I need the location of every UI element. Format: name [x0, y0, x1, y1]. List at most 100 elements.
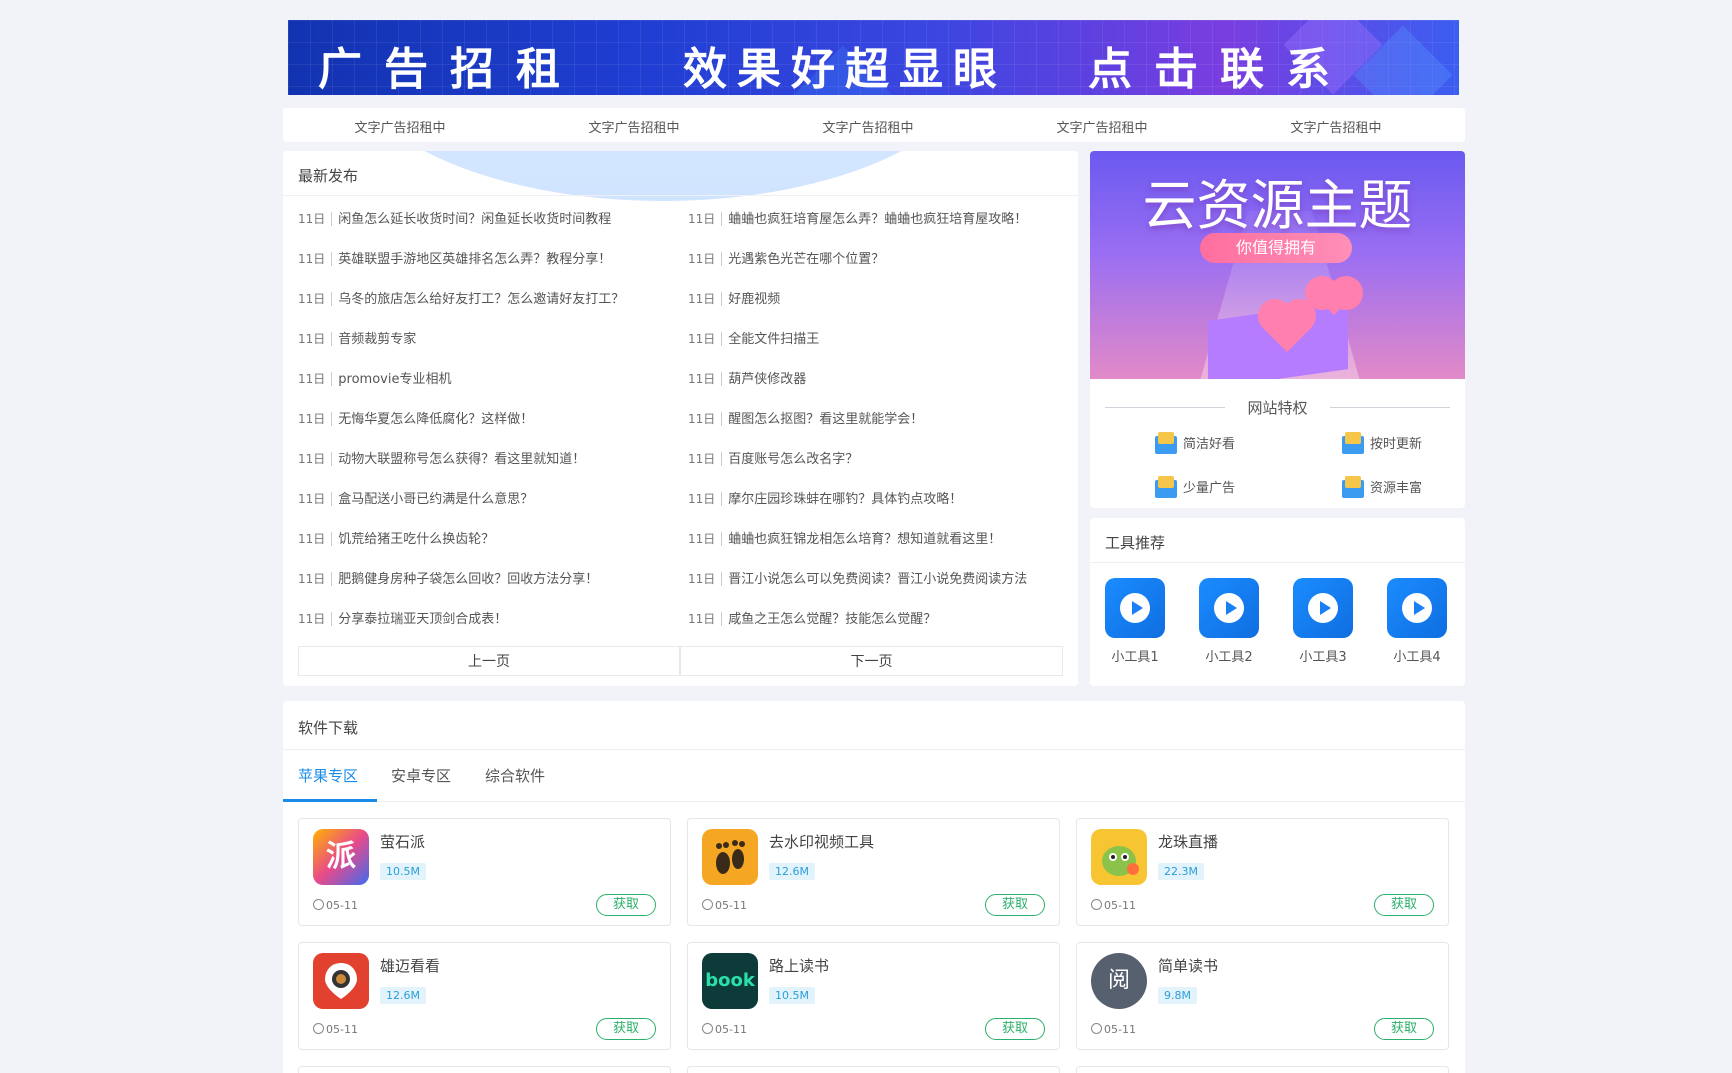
app-size: 10.5M: [380, 863, 426, 880]
news-item[interactable]: 11日 咸鱼之王怎么觉醒？技能怎么觉醒？: [688, 608, 936, 627]
news-item[interactable]: 11日 蛐蛐也疯狂锦龙相怎么培育？想知道就看这里！: [688, 528, 1001, 547]
envelope-icon: [1342, 475, 1364, 498]
news-item[interactable]: 11日 摩尔庄园珍珠蚌在哪钓？具体钓点攻略！: [688, 488, 962, 507]
downloads-panel: 软件下载 苹果专区 安卓专区 综合软件 派 萤石派 10.5M 05-11 获取…: [283, 701, 1465, 1073]
privilege-item: 少量广告: [1155, 475, 1235, 498]
news-item[interactable]: 11日 盒马配送小哥已约满是什么意思？: [298, 488, 533, 507]
news-item[interactable]: 11日 饥荒给猪王吃什么换齿轮？: [298, 528, 494, 547]
tool-item[interactable]: 小工具2: [1199, 578, 1259, 665]
app-card[interactable]: 雄迈看看 12.6M 05-11 获取: [298, 942, 671, 1050]
news-item[interactable]: 11日 蛐蛐也疯狂培育屋怎么弄？蛐蛐也疯狂培育屋攻略！: [688, 208, 1027, 227]
downloads-title: 软件下载: [298, 719, 359, 737]
news-item[interactable]: 11日 全能文件扫描王: [688, 328, 819, 347]
promo-image[interactable]: 云资源主题 你值得拥有: [1090, 151, 1465, 379]
get-button[interactable]: 获取: [985, 894, 1045, 916]
news-item[interactable]: 11日 光遇紫色光芒在哪个位置？: [688, 248, 884, 267]
prev-page-button[interactable]: 上一页: [298, 646, 680, 676]
news-item[interactable]: 11日 英雄联盟手游地区英雄排名怎么弄？教程分享！: [298, 248, 611, 267]
privilege-item: 按时更新: [1342, 431, 1422, 454]
app-name: 简单读书: [1158, 957, 1219, 975]
app-name: 去水印视频工具: [769, 833, 875, 851]
promo-panel: 云资源主题 你值得拥有 网站特权 简洁好看 按时更新 少量广告 资源丰富: [1090, 151, 1465, 508]
news-item[interactable]: 11日 好鹿视频: [688, 288, 780, 307]
get-button[interactable]: 获取: [596, 894, 656, 916]
app-date: 05-11: [313, 1023, 358, 1036]
play-icon: [1293, 578, 1353, 638]
tool-item[interactable]: 小工具4: [1387, 578, 1447, 665]
tab-android[interactable]: 安卓专区: [391, 765, 451, 786]
app-card[interactable]: book 路上读书 10.5M 05-11 获取: [687, 942, 1060, 1050]
app-size: 12.6M: [380, 987, 426, 1004]
news-item[interactable]: 11日 音频裁剪专家: [298, 328, 416, 347]
app-size: 12.6M: [769, 863, 815, 880]
text-ad-link[interactable]: 文字广告招租中: [985, 117, 1219, 136]
clock-icon: [1091, 1023, 1102, 1034]
news-item[interactable]: 11日 promovie专业相机: [298, 368, 451, 387]
app-card[interactable]: [298, 1066, 671, 1073]
text-ad-link[interactable]: 文字广告招租中: [1219, 117, 1453, 136]
play-icon: [1387, 578, 1447, 638]
latest-panel: 最新发布 11日 闲鱼怎么延长收货时间？闲鱼延长收货时间教程 11日 蛐蛐也疯狂培育…: [283, 151, 1078, 686]
clock-icon: [313, 899, 324, 910]
envelope-icon: [1155, 431, 1177, 454]
get-button[interactable]: 获取: [1374, 1018, 1434, 1040]
news-item[interactable]: 11日 醒图怎么抠图？看这里就能学会！: [688, 408, 923, 427]
tool-item[interactable]: 小工具3: [1293, 578, 1353, 665]
tab-general[interactable]: 综合软件: [485, 765, 545, 786]
app-card[interactable]: 龙珠直播 22.3M 05-11 获取: [1076, 818, 1449, 926]
ad-banner[interactable]: 广告招租 效果好超显眼 点击联系: [288, 20, 1459, 95]
tab-apple[interactable]: 苹果专区: [298, 765, 358, 786]
next-page-button[interactable]: 下一页: [680, 646, 1063, 676]
read-logo: 阅: [1091, 953, 1147, 1009]
privileges-title: 网站特权: [1247, 399, 1308, 417]
app-card[interactable]: 派 萤石派 10.5M 05-11 获取: [298, 818, 671, 926]
news-item[interactable]: 11日 闲鱼怎么延长收货时间？闲鱼延长收货时间教程: [298, 208, 611, 227]
privilege-item: 资源丰富: [1342, 475, 1422, 498]
news-item[interactable]: 11日 百度账号怎么改名字？: [688, 448, 858, 467]
get-button[interactable]: 获取: [596, 1018, 656, 1040]
app-name: 路上读书: [769, 957, 830, 975]
privilege-item: 简洁好看: [1155, 431, 1235, 454]
news-item[interactable]: 11日 葫芦侠修改器: [688, 368, 806, 387]
news-item[interactable]: 11日 无悔华夏怎么降低腐化？这样做！: [298, 408, 533, 427]
latest-title: 最新发布: [298, 167, 359, 185]
app-name: 萤石派: [380, 833, 426, 851]
clock-icon: [702, 899, 713, 910]
text-ad-link[interactable]: 文字广告招租中: [517, 117, 751, 136]
news-item[interactable]: 11日 动物大联盟称号怎么获得？看这里就知道！: [298, 448, 585, 467]
app-card[interactable]: [687, 1066, 1060, 1073]
app-card[interactable]: 去水印视频工具 12.6M 05-11 获取: [687, 818, 1060, 926]
app-date: 05-11: [1091, 899, 1136, 912]
tool-item[interactable]: 小工具1: [1105, 578, 1165, 665]
get-button[interactable]: 获取: [1374, 894, 1434, 916]
header-decoration: [343, 151, 983, 201]
tools-title: 工具推荐: [1105, 534, 1166, 552]
app-size: 22.3M: [1158, 863, 1204, 880]
clock-icon: [1091, 899, 1102, 910]
app-card[interactable]: [1076, 1066, 1449, 1073]
news-item[interactable]: 11日 乌冬的旅店怎么给好友打工？怎么邀请好友打工？: [298, 288, 624, 307]
banner-right-text: 点击联系: [1088, 44, 1352, 95]
promo-title: 云资源主题: [1142, 174, 1413, 237]
banner-mid-text: 效果好超显眼: [683, 44, 1007, 95]
banner-left-text: 广告招租: [318, 44, 582, 95]
app-date: 05-11: [1091, 1023, 1136, 1036]
camera-logo: [313, 953, 369, 1009]
text-ad-link[interactable]: 文字广告招租中: [751, 117, 985, 136]
tools-panel: 工具推荐 小工具1 小工具2 小工具3 小工具4: [1090, 518, 1465, 686]
app-name: 龙珠直播: [1158, 833, 1219, 851]
app-card[interactable]: 阅 简单读书 9.8M 05-11 获取: [1076, 942, 1449, 1050]
app-date: 05-11: [313, 899, 358, 912]
app-date: 05-11: [702, 899, 747, 912]
news-item[interactable]: 11日 肥鹅健身房种子袋怎么回收？回收方法分享！: [298, 568, 598, 587]
book-logo: book: [702, 953, 758, 1009]
news-item[interactable]: 11日 晋江小说怎么可以免费阅读？晋江小说免费阅读方法: [688, 568, 1027, 587]
text-ad-link[interactable]: 文字广告招租中: [283, 117, 517, 136]
app-logo: 派: [313, 829, 369, 885]
envelope-icon: [1155, 475, 1177, 498]
dragon-logo: [1091, 829, 1147, 885]
app-size: 10.5M: [769, 987, 815, 1004]
get-button[interactable]: 获取: [985, 1018, 1045, 1040]
clock-icon: [313, 1023, 324, 1034]
news-item[interactable]: 11日 分享泰拉瑞亚天顶剑合成表！: [298, 608, 507, 627]
